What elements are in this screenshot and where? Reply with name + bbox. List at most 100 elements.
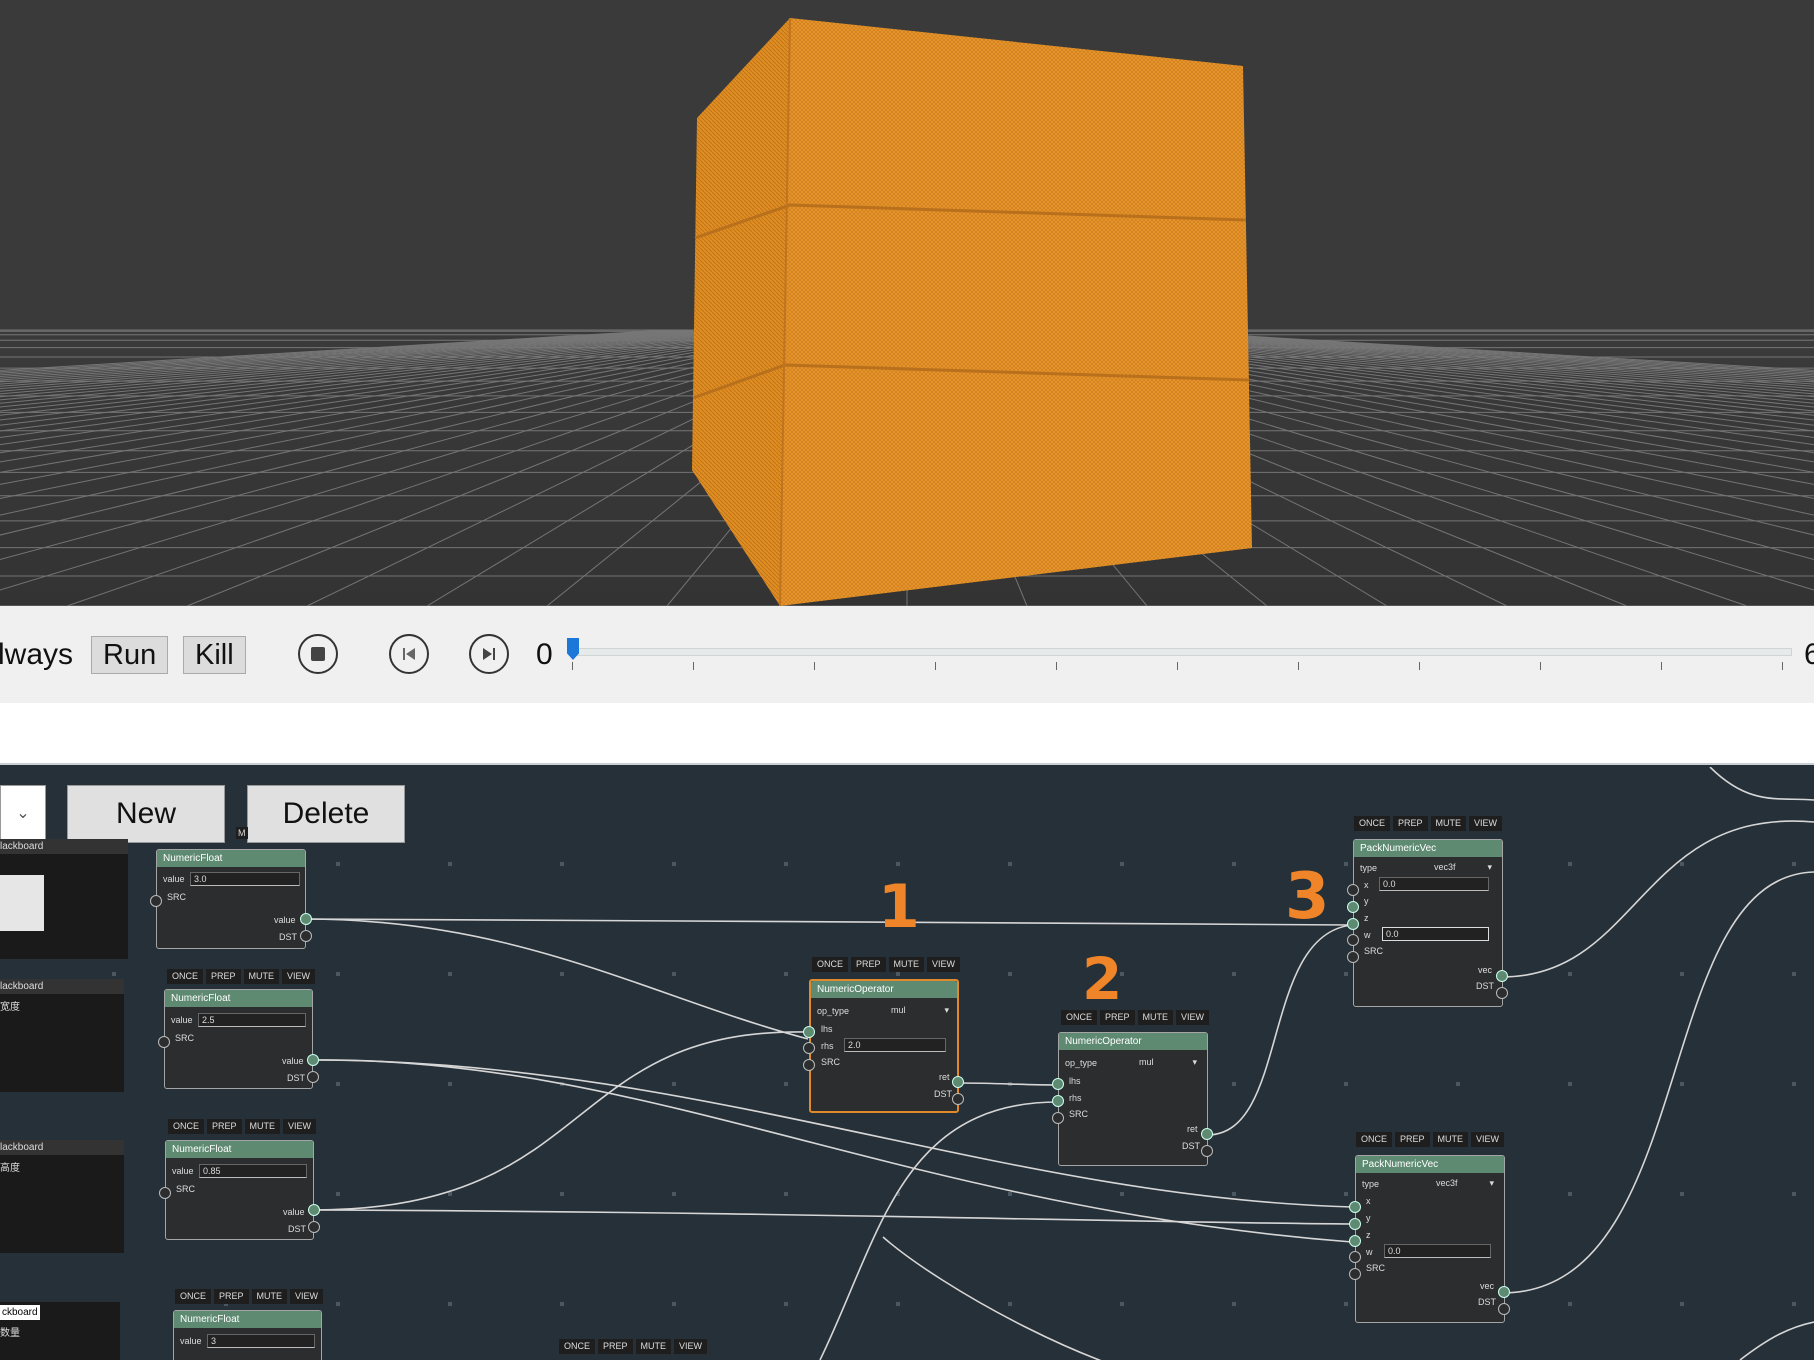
view-toggle[interactable]: VIEW bbox=[282, 969, 316, 984]
once-toggle[interactable]: ONCE bbox=[1354, 816, 1391, 831]
rhs-socket[interactable] bbox=[803, 1042, 815, 1054]
dst-socket[interactable] bbox=[300, 930, 312, 942]
numeric-float-node[interactable]: NumericFloat value 3.0 SRC value DST bbox=[156, 849, 306, 949]
y-socket[interactable] bbox=[1349, 1218, 1361, 1230]
y-socket[interactable] bbox=[1347, 901, 1359, 913]
blackboard-1[interactable]: lackboard bbox=[0, 839, 128, 959]
w-field[interactable]: 0.0 bbox=[1382, 927, 1489, 941]
value-field[interactable]: 3 bbox=[207, 1334, 315, 1348]
prep-toggle[interactable]: PREP bbox=[214, 1289, 249, 1304]
value-field[interactable]: 3.0 bbox=[190, 872, 300, 886]
mute-toggle[interactable]: MUTE bbox=[244, 1119, 281, 1134]
dst-socket[interactable] bbox=[1201, 1145, 1213, 1157]
src-socket[interactable] bbox=[803, 1059, 815, 1071]
pack-numeric-vec-node[interactable]: PackNumericVec type vec3f ▾ x y z w 0.0 S… bbox=[1355, 1155, 1505, 1323]
kill-button[interactable]: Kill bbox=[183, 636, 246, 674]
blackboard-3[interactable]: lackboard 高度 bbox=[0, 1140, 124, 1253]
prep-toggle[interactable]: PREP bbox=[206, 969, 241, 984]
prep-toggle[interactable]: PREP bbox=[851, 957, 886, 972]
dst-socket[interactable] bbox=[952, 1093, 964, 1105]
ret-socket[interactable] bbox=[952, 1076, 964, 1088]
numeric-float-node[interactable]: NumericFloat value 2.5 SRC value DST bbox=[164, 989, 313, 1089]
numeric-float-node[interactable]: NumericFloat value 3 bbox=[173, 1310, 322, 1360]
once-toggle[interactable]: ONCE bbox=[167, 969, 204, 984]
mute-toggle[interactable]: MUTE bbox=[243, 969, 280, 984]
delete-graph-button[interactable]: Delete bbox=[247, 785, 405, 843]
value-socket[interactable] bbox=[308, 1204, 320, 1216]
type-select[interactable]: vec3f ▾ bbox=[1436, 1176, 1496, 1190]
op-type-select[interactable]: mul ▾ bbox=[891, 1003, 951, 1017]
once-toggle[interactable]: ONCE bbox=[175, 1289, 212, 1304]
dst-socket[interactable] bbox=[307, 1071, 319, 1083]
viewport-3d[interactable] bbox=[0, 0, 1814, 606]
view-toggle[interactable]: VIEW bbox=[927, 957, 961, 972]
rhs-field[interactable]: 2.0 bbox=[844, 1038, 946, 1052]
frame-slider-handle[interactable] bbox=[567, 638, 579, 660]
mute-toggle[interactable]: MUTE bbox=[635, 1339, 672, 1354]
run-mode-label[interactable]: lways bbox=[0, 638, 73, 672]
dst-socket[interactable] bbox=[308, 1221, 320, 1233]
op-type-select[interactable]: mul ▾ bbox=[1139, 1055, 1199, 1069]
frame-slider[interactable] bbox=[572, 648, 1792, 656]
z-socket[interactable] bbox=[1349, 1235, 1361, 1247]
view-toggle[interactable]: VIEW bbox=[1471, 1132, 1505, 1147]
src-socket[interactable] bbox=[150, 895, 162, 907]
value-socket[interactable] bbox=[300, 913, 312, 925]
once-toggle[interactable]: ONCE bbox=[559, 1339, 596, 1354]
ret-socket[interactable] bbox=[1201, 1128, 1213, 1140]
rhs-socket[interactable] bbox=[1052, 1095, 1064, 1107]
view-toggle[interactable]: VIEW bbox=[283, 1119, 317, 1134]
x-socket[interactable] bbox=[1349, 1201, 1361, 1213]
mute-toggle[interactable]: MUTE bbox=[1432, 1132, 1469, 1147]
z-socket[interactable] bbox=[1347, 918, 1359, 930]
prev-frame-button[interactable] bbox=[389, 634, 429, 674]
value-field[interactable]: 2.5 bbox=[198, 1013, 306, 1027]
numeric-float-node[interactable]: NumericFloat value 0.85 SRC value DST bbox=[165, 1140, 314, 1240]
mute-toggle[interactable]: MUTE bbox=[251, 1289, 288, 1304]
value-socket[interactable] bbox=[307, 1054, 319, 1066]
view-toggle[interactable]: VIEW bbox=[290, 1289, 324, 1304]
new-graph-button[interactable]: New bbox=[67, 785, 225, 843]
pack-numeric-vec-node[interactable]: PackNumericVec type vec3f ▾ x 0.0 y z w 0… bbox=[1353, 839, 1503, 1007]
run-button[interactable]: Run bbox=[91, 636, 169, 674]
node-graph-editor[interactable]: ⌄ New Delete M lackboard lackboard 宽度 la… bbox=[0, 767, 1814, 1360]
vec-socket[interactable] bbox=[1496, 970, 1508, 982]
vec-socket[interactable] bbox=[1498, 1286, 1510, 1298]
graph-selector-combo[interactable]: ⌄ bbox=[0, 785, 46, 843]
w-field[interactable]: 0.0 bbox=[1384, 1244, 1491, 1258]
once-toggle[interactable]: ONCE bbox=[168, 1119, 205, 1134]
prep-toggle[interactable]: PREP bbox=[1395, 1132, 1430, 1147]
view-toggle[interactable]: VIEW bbox=[1176, 1010, 1210, 1025]
stop-button[interactable] bbox=[298, 634, 338, 674]
next-frame-button[interactable] bbox=[469, 634, 509, 674]
src-socket[interactable] bbox=[1052, 1112, 1064, 1124]
type-select[interactable]: vec3f ▾ bbox=[1434, 860, 1494, 874]
src-socket[interactable] bbox=[1349, 1268, 1361, 1280]
once-toggle[interactable]: ONCE bbox=[812, 957, 849, 972]
mute-toggle[interactable]: MUTE bbox=[1430, 816, 1467, 831]
mute-toggle[interactable]: MUTE bbox=[1137, 1010, 1174, 1025]
blackboard-2[interactable]: lackboard 宽度 bbox=[0, 979, 124, 1092]
dst-socket[interactable] bbox=[1498, 1303, 1510, 1315]
blackboard-4[interactable]: ckboard 数量 bbox=[0, 1302, 120, 1360]
w-socket[interactable] bbox=[1349, 1251, 1361, 1263]
mute-toggle[interactable]: MUTE bbox=[888, 957, 925, 972]
once-toggle[interactable]: ONCE bbox=[1356, 1132, 1393, 1147]
prep-toggle[interactable]: PREP bbox=[598, 1339, 633, 1354]
src-socket[interactable] bbox=[1347, 951, 1359, 963]
numeric-operator-node[interactable]: NumericOperator op_type mul ▾ lhs rhs 2.0… bbox=[809, 979, 959, 1113]
view-toggle[interactable]: VIEW bbox=[1469, 816, 1503, 831]
prep-toggle[interactable]: PREP bbox=[207, 1119, 242, 1134]
prep-toggle[interactable]: PREP bbox=[1393, 816, 1428, 831]
numeric-operator-node[interactable]: NumericOperator op_type mul ▾ lhs rhs SRC… bbox=[1058, 1032, 1208, 1166]
src-socket[interactable] bbox=[158, 1036, 170, 1048]
x-socket[interactable] bbox=[1347, 884, 1359, 896]
value-field[interactable]: 0.85 bbox=[199, 1164, 307, 1178]
dst-socket[interactable] bbox=[1496, 987, 1508, 999]
lhs-socket[interactable] bbox=[1052, 1078, 1064, 1090]
view-toggle[interactable]: VIEW bbox=[674, 1339, 708, 1354]
src-socket[interactable] bbox=[159, 1187, 171, 1199]
x-field[interactable]: 0.0 bbox=[1379, 877, 1489, 891]
w-socket[interactable] bbox=[1347, 934, 1359, 946]
lhs-socket[interactable] bbox=[803, 1026, 815, 1038]
